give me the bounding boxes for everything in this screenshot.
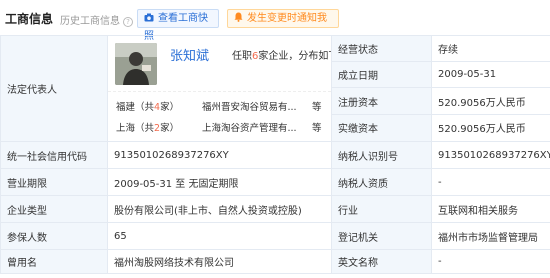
avatar[interactable] bbox=[115, 43, 157, 85]
registered-capital-label: 注册资本 bbox=[331, 87, 432, 115]
registration-authority-label: 登记机关 bbox=[331, 222, 432, 250]
former-name-value: 福州淘股网络技术有限公司 bbox=[107, 249, 332, 274]
legal-rep-name[interactable]: 张知斌 bbox=[170, 45, 209, 64]
paid-capital-value: 520.9056万人民币 bbox=[431, 113, 550, 143]
taxpayer-id-value: 9135010268937276XY bbox=[431, 141, 550, 169]
notify-button[interactable]: 发生变更时通知我 bbox=[227, 9, 339, 28]
english-name-label: 英文名称 bbox=[331, 249, 432, 274]
region-company[interactable]: 福州晋安淘谷贸易有... bbox=[202, 99, 297, 113]
history-link[interactable]: 历史工商信息? bbox=[60, 12, 133, 27]
region-company[interactable]: 上海淘谷资产管理有... bbox=[202, 120, 297, 134]
status-value: 存续 bbox=[431, 34, 550, 63]
english-name-value: - bbox=[431, 249, 550, 274]
section-header: 工商信息 历史工商信息? 查看工商快照 发生变更时通知我 bbox=[0, 0, 550, 42]
region-etc: 等 bbox=[312, 102, 322, 113]
paid-capital-label: 实缴资本 bbox=[331, 113, 432, 143]
registered-capital-value: 520.9056万人民币 bbox=[431, 87, 550, 115]
history-label: 历史工商信息 bbox=[60, 16, 120, 27]
business-term-label: 营业期限 bbox=[0, 168, 108, 196]
section-title: 工商信息 bbox=[5, 12, 54, 26]
insured-count-value: 65 bbox=[107, 222, 332, 250]
business-info-table: 法定代表人 张知斌 任职6家企业，分布如下 福建（共4家） 福州晋安淘谷贸易有.… bbox=[0, 34, 550, 274]
bell-icon bbox=[234, 11, 243, 28]
camera-icon bbox=[144, 11, 154, 28]
taxpayer-qualification-label: 纳税人资质 bbox=[331, 168, 432, 196]
legal-rep-label: 法定代表人 bbox=[0, 35, 108, 142]
help-icon[interactable]: ? bbox=[123, 17, 133, 27]
region-suffix: 家） bbox=[160, 123, 180, 134]
taxpayer-qualification-value: - bbox=[431, 168, 550, 196]
former-name-label: 曾用名 bbox=[0, 249, 108, 274]
legal-rep-role: 任职6家企业，分布如下 bbox=[232, 47, 332, 62]
business-term-value: 2009-05-31 至 无固定期限 bbox=[107, 168, 332, 196]
region-fujian[interactable]: 福建（共4家） bbox=[116, 99, 179, 113]
region-etc: 等 bbox=[312, 123, 322, 134]
role-prefix: 任职 bbox=[232, 51, 252, 62]
founded-value: 2009-05-31 bbox=[431, 61, 550, 89]
credit-code-label: 统一社会信用代码 bbox=[0, 141, 108, 169]
industry-label: 行业 bbox=[331, 195, 432, 223]
company-type-label: 企业类型 bbox=[0, 195, 108, 223]
founded-label: 成立日期 bbox=[331, 61, 432, 89]
company-type-value: 股份有限公司(非上市、自然人投资或控股) bbox=[107, 195, 332, 223]
region-shanghai[interactable]: 上海（共2家） bbox=[116, 120, 179, 134]
region-name: 上海（共 bbox=[116, 123, 155, 134]
insured-count-label: 参保人数 bbox=[0, 222, 108, 250]
credit-code-value: 913501026893727​6XY bbox=[107, 141, 332, 169]
taxpayer-id-label: 纳税人识别号 bbox=[331, 141, 432, 169]
region-name: 福建（共 bbox=[116, 102, 155, 113]
legal-rep-cell: 张知斌 任职6家企业，分布如下 福建（共4家） 福州晋安淘谷贸易有... 等 上… bbox=[107, 35, 332, 142]
snapshot-button[interactable]: 查看工商快照 bbox=[137, 9, 219, 42]
region-suffix: 家） bbox=[160, 102, 180, 113]
role-suffix: 家企业，分布如下 bbox=[258, 51, 332, 62]
divider bbox=[108, 91, 331, 92]
industry-value: 互联网和相关服务 bbox=[431, 195, 550, 223]
registration-authority-value: 福州市市场监督管理局 bbox=[431, 222, 550, 250]
status-label: 经营状态 bbox=[331, 34, 432, 63]
notify-button-label: 发生变更时通知我 bbox=[247, 13, 327, 24]
